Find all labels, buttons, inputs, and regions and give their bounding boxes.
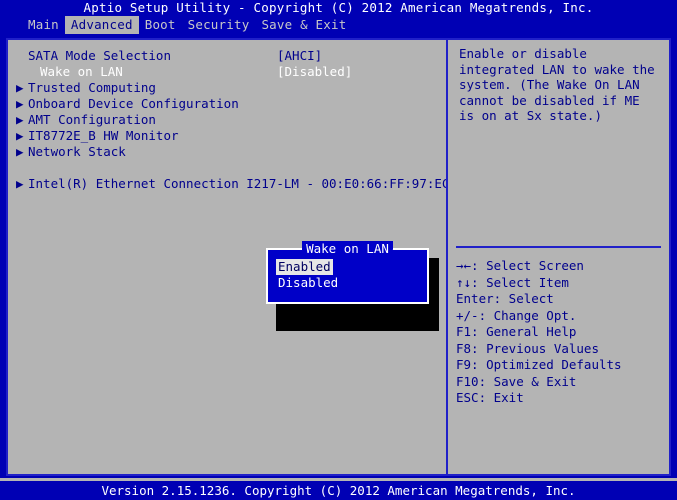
nav-key-hint: F9: Optimized Defaults: [456, 357, 622, 372]
settings-row-value[interactable]: [Disabled]: [277, 64, 352, 80]
settings-row-label: Wake on LAN: [40, 64, 123, 79]
menu-tab-boot[interactable]: Boot: [139, 16, 182, 34]
submenu-arrow-icon: ▶: [16, 112, 24, 127]
menu-tab-security[interactable]: Security: [182, 16, 256, 34]
nav-key-hint: ↑↓: Select Item: [456, 274, 569, 290]
settings-row-label: Network Stack: [28, 144, 126, 159]
nav-key-hint: F8: Previous Values: [456, 340, 599, 356]
footer-separator: [0, 478, 677, 481]
dialog-title-dash-left: ——: [287, 241, 303, 256]
settings-row-wake-on-lan[interactable]: Wake on LAN [Disabled]: [8, 64, 446, 80]
nav-key-hint: F10: Save & Exit: [456, 373, 577, 389]
help-divider: [456, 246, 661, 248]
dialog-option-enabled[interactable]: Enabled: [276, 259, 427, 275]
help-panel: Enable or disable integrated LAN to wake…: [450, 40, 669, 474]
dialog-option-disabled[interactable]: Disabled: [276, 275, 427, 291]
settings-row-network-stack[interactable]: ▶ Network Stack: [8, 144, 446, 160]
bios-setup-screen: Aptio Setup Utility - Copyright (C) 2012…: [0, 0, 677, 500]
version-footer: Version 2.15.1236. Copyright (C) 2012 Am…: [101, 483, 576, 498]
settings-row-label: IT8772E_B HW Monitor: [28, 128, 179, 143]
navigation-keys-list: →←: Select Screen ↑↓: Select Item Enter: S…: [456, 258, 664, 407]
settings-row-label: Onboard Device Configuration: [28, 96, 239, 111]
settings-list: SATA Mode Selection [AHCI] Wake on LAN [Dis…: [8, 40, 446, 192]
menu-tab-save-exit[interactable]: Save & Exit: [255, 16, 352, 34]
submenu-arrow-icon: ▶: [16, 176, 24, 191]
dialog-title-dash-right: ——: [392, 241, 408, 256]
help-description: Enable or disable integrated LAN to wake…: [459, 46, 663, 123]
nav-key-hint: +/-: Change Opt.: [456, 307, 577, 323]
submenu-arrow-icon: ▶: [16, 96, 24, 111]
submenu-arrow-icon: ▶: [16, 80, 24, 95]
dialog-option-list: Enabled Disabled: [268, 250, 427, 291]
nav-key-hint: →←: Select Screen: [456, 258, 584, 273]
settings-row-amt-configuration[interactable]: ▶ AMT Configuration: [8, 112, 446, 128]
dialog-option-label: Enabled: [276, 259, 333, 275]
content-frame: SATA Mode Selection [AHCI] Wake on LAN [Dis…: [6, 38, 671, 476]
menu-tab-advanced[interactable]: Advanced: [64, 16, 139, 34]
submenu-arrow-icon: ▶: [16, 128, 24, 143]
dialog-title-bar: —— Wake on LAN ——: [268, 241, 427, 256]
settings-row-label: Trusted Computing: [28, 80, 156, 95]
dialog-title-text: Wake on LAN: [302, 241, 393, 256]
settings-row-label: AMT Configuration: [28, 112, 156, 127]
submenu-arrow-icon: ▶: [16, 144, 24, 159]
settings-row-value[interactable]: [AHCI]: [277, 48, 322, 64]
dialog-option-label: Disabled: [278, 275, 339, 290]
settings-row-spacer: [8, 160, 446, 176]
nav-key-hint: Enter: Select: [456, 291, 554, 306]
nav-key-hint: ESC: Exit: [456, 390, 524, 405]
settings-row-trusted-computing[interactable]: ▶ Trusted Computing: [8, 80, 446, 96]
menu-tab-main[interactable]: Main: [22, 16, 65, 34]
settings-row-it8772e-b-hw-monitor[interactable]: ▶ IT8772E_B HW Monitor: [8, 128, 446, 144]
nav-key-hint: F1: General Help: [456, 324, 577, 339]
settings-row-label: SATA Mode Selection: [28, 48, 171, 63]
settings-row-sata-mode-selection[interactable]: SATA Mode Selection [AHCI]: [8, 48, 446, 64]
settings-row-onboard-device-configuration[interactable]: ▶ Onboard Device Configuration: [8, 96, 446, 112]
settings-row-label: Intel(R) Ethernet Connection I217-LM - 0…: [28, 176, 448, 191]
menu-bar: Main Advanced Boot Security Save & Exit: [0, 16, 677, 34]
wake-on-lan-dialog: —— Wake on LAN —— Enabled Disabled: [266, 241, 429, 304]
utility-title: Aptio Setup Utility - Copyright (C) 2012…: [83, 0, 594, 15]
settings-row-intel-r-ethernet-connection-i217-lm-00-e[interactable]: ▶ Intel(R) Ethernet Connection I217-LM - …: [8, 176, 446, 192]
